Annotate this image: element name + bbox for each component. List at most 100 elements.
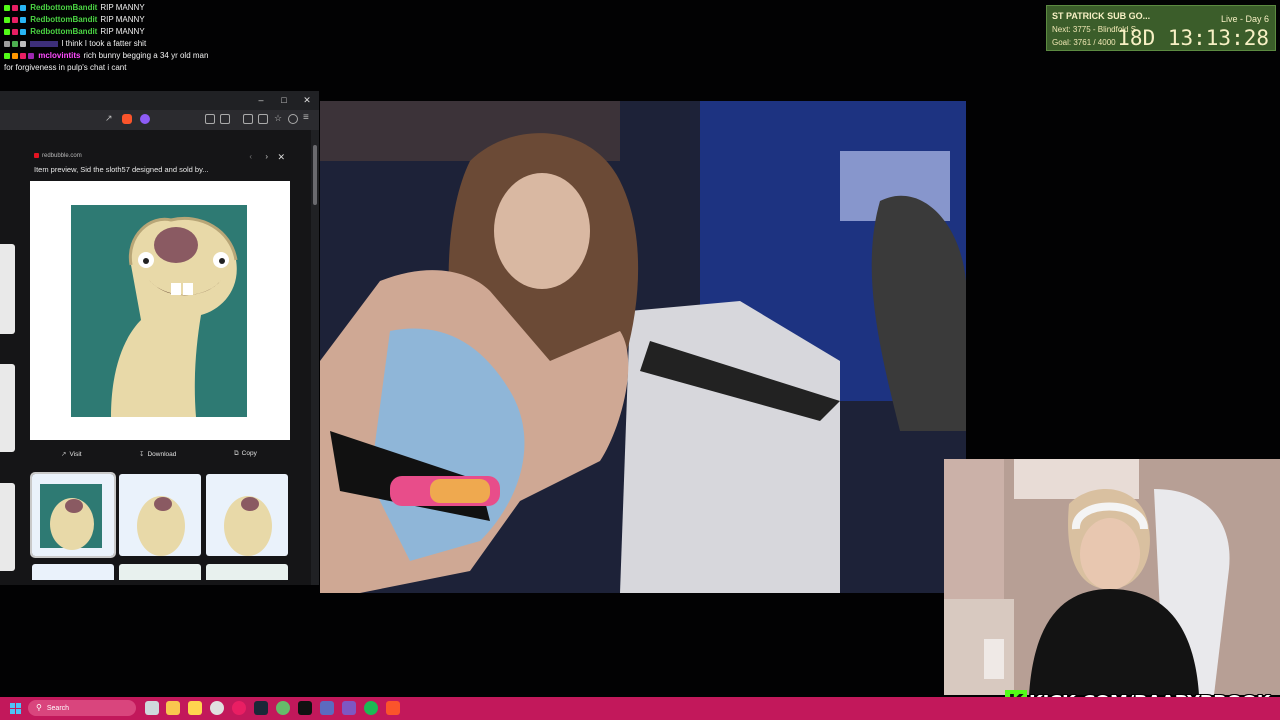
badge-icon bbox=[12, 28, 18, 35]
chat-username: RedbottomBandit bbox=[30, 3, 98, 12]
badge-icon bbox=[20, 4, 26, 11]
badge-icon bbox=[4, 16, 10, 23]
related-image-thumbnail[interactable] bbox=[119, 564, 201, 580]
subathon-timer: 18D 13:13:28 bbox=[1117, 26, 1269, 50]
main-stream-video bbox=[320, 101, 966, 593]
app-icon[interactable] bbox=[232, 701, 246, 715]
badge-icon bbox=[12, 40, 18, 47]
sloth-thumbnail-art bbox=[224, 496, 272, 556]
visit-button[interactable]: ↗ Visit bbox=[61, 450, 82, 458]
star-icon[interactable]: ☆ bbox=[274, 113, 284, 123]
side-thumbnail[interactable] bbox=[0, 244, 15, 334]
copy-label: Copy bbox=[241, 450, 257, 457]
sub-goal-title: ST PATRICK SUB GO... bbox=[1052, 11, 1151, 21]
spotify-icon[interactable] bbox=[364, 701, 378, 715]
sloth-thumbnail-art bbox=[137, 496, 185, 556]
discord-icon[interactable] bbox=[342, 701, 356, 715]
scroll-thumb[interactable] bbox=[313, 145, 317, 205]
preview-title[interactable]: Item preview, Sid the sloth57 designed a… bbox=[34, 165, 209, 174]
chat-message: RedbottomBandit RIP MANNY bbox=[4, 26, 219, 38]
chat-text: rich bunny begging a 34 yr old man for f… bbox=[4, 51, 209, 72]
badge-icon bbox=[4, 52, 10, 59]
badge-icon bbox=[4, 4, 10, 11]
app-icon[interactable] bbox=[320, 701, 334, 715]
chat-username bbox=[30, 40, 59, 47]
download-button[interactable]: ↧ Download bbox=[139, 450, 176, 458]
goal-progress: Goal: 3761 / 4000 bbox=[1052, 38, 1116, 47]
profile-icon[interactable] bbox=[288, 114, 298, 124]
preview-source[interactable]: redbubble.com bbox=[34, 153, 82, 159]
badge-icon bbox=[20, 16, 26, 23]
copy-icon: ⧉ bbox=[234, 450, 239, 457]
chat-message: mclovintits rich bunny begging a 34 yr ol… bbox=[4, 50, 219, 74]
xbox-icon[interactable] bbox=[276, 701, 290, 715]
chat-username: RedbottomBandit bbox=[30, 15, 98, 24]
badge-icon bbox=[4, 40, 10, 47]
related-image-thumbnail[interactable] bbox=[32, 564, 114, 580]
share-icon[interactable]: ↗ bbox=[105, 113, 115, 123]
download-label: Download bbox=[147, 451, 177, 458]
badge-icon bbox=[20, 40, 26, 47]
brave-shield-icon[interactable] bbox=[122, 114, 132, 124]
live-day-label: Live - Day 6 bbox=[1220, 14, 1269, 24]
steam-icon[interactable] bbox=[254, 701, 268, 715]
wallet-icon[interactable] bbox=[258, 114, 268, 124]
rewards-icon[interactable] bbox=[140, 114, 150, 124]
badge-icon bbox=[12, 52, 18, 59]
scrollbar[interactable] bbox=[311, 130, 319, 585]
copy-button[interactable]: ⧉ Copy bbox=[234, 450, 257, 458]
streamer-webcam bbox=[944, 459, 1280, 695]
windows-start-icon[interactable] bbox=[10, 702, 22, 714]
chat-username: RedbottomBandit bbox=[30, 27, 98, 36]
browser-titlebar: – □ ✕ bbox=[0, 91, 319, 110]
stream-scene bbox=[320, 101, 966, 593]
chevron-left-icon[interactable]: ‹ bbox=[249, 152, 252, 161]
related-image-thumbnail[interactable] bbox=[206, 474, 288, 556]
related-image-thumbnail[interactable] bbox=[30, 472, 116, 558]
browser-toolbar: ↗ ☆ ≡ bbox=[0, 110, 319, 130]
chat-message: RedbottomBandit RIP MANNY bbox=[4, 14, 219, 26]
search-icon: ⚲ bbox=[36, 703, 42, 712]
chat-text: RIP MANNY bbox=[100, 3, 145, 12]
preview-image-frame[interactable] bbox=[30, 181, 290, 440]
side-thumbnail[interactable] bbox=[0, 483, 15, 571]
search-placeholder: Search bbox=[46, 705, 70, 712]
taskbar-search[interactable]: ⚲ Search bbox=[28, 700, 136, 716]
sidebar-icon[interactable] bbox=[220, 114, 230, 124]
badge-icon bbox=[28, 52, 34, 59]
menu-icon[interactable]: ≡ bbox=[303, 112, 313, 123]
image-preview-panel: redbubble.com ‹ › ✕ Item preview, Sid th… bbox=[30, 150, 290, 580]
related-image-thumbnail[interactable] bbox=[206, 564, 288, 580]
close-icon[interactable]: ✕ bbox=[301, 94, 313, 106]
visit-label: Visit bbox=[69, 451, 82, 458]
obs-icon[interactable] bbox=[210, 701, 224, 715]
sloth-thumbnail-art bbox=[40, 484, 102, 550]
chevron-right-icon[interactable]: › bbox=[265, 152, 268, 161]
close-icon[interactable]: ✕ bbox=[277, 152, 285, 163]
side-thumbnail[interactable] bbox=[0, 364, 15, 452]
windows-taskbar: ⚲ Search bbox=[0, 697, 1280, 720]
extensions-icon[interactable] bbox=[205, 114, 215, 124]
badge-icon bbox=[20, 28, 26, 35]
sloth-image bbox=[71, 205, 247, 417]
reading-list-icon[interactable] bbox=[243, 114, 253, 124]
chat-overlay: RedbottomBandit RIP MANNY RedbottomBandit… bbox=[4, 2, 219, 74]
chat-message: I think I took a fatter shit bbox=[4, 38, 219, 50]
chat-message: RedbottomBandit RIP MANNY bbox=[4, 2, 219, 14]
badge-icon bbox=[4, 28, 10, 35]
tiktok-icon[interactable] bbox=[298, 701, 312, 715]
task-view-icon[interactable] bbox=[145, 701, 159, 715]
folder-icon[interactable] bbox=[188, 701, 202, 715]
webcam-scene bbox=[944, 459, 1280, 695]
related-image-thumbnail[interactable] bbox=[119, 474, 201, 556]
sloth-illustration bbox=[111, 217, 238, 417]
minimize-icon[interactable]: – bbox=[255, 94, 267, 106]
download-icon: ↧ bbox=[139, 451, 145, 458]
maximize-icon[interactable]: □ bbox=[278, 94, 290, 106]
chat-text: I think I took a fatter shit bbox=[61, 39, 147, 48]
chat-text: RIP MANNY bbox=[100, 27, 145, 36]
chat-text: RIP MANNY bbox=[100, 15, 145, 24]
brave-browser-icon[interactable] bbox=[386, 701, 400, 715]
badge-icon bbox=[12, 16, 18, 23]
file-explorer-icon[interactable] bbox=[166, 701, 180, 715]
